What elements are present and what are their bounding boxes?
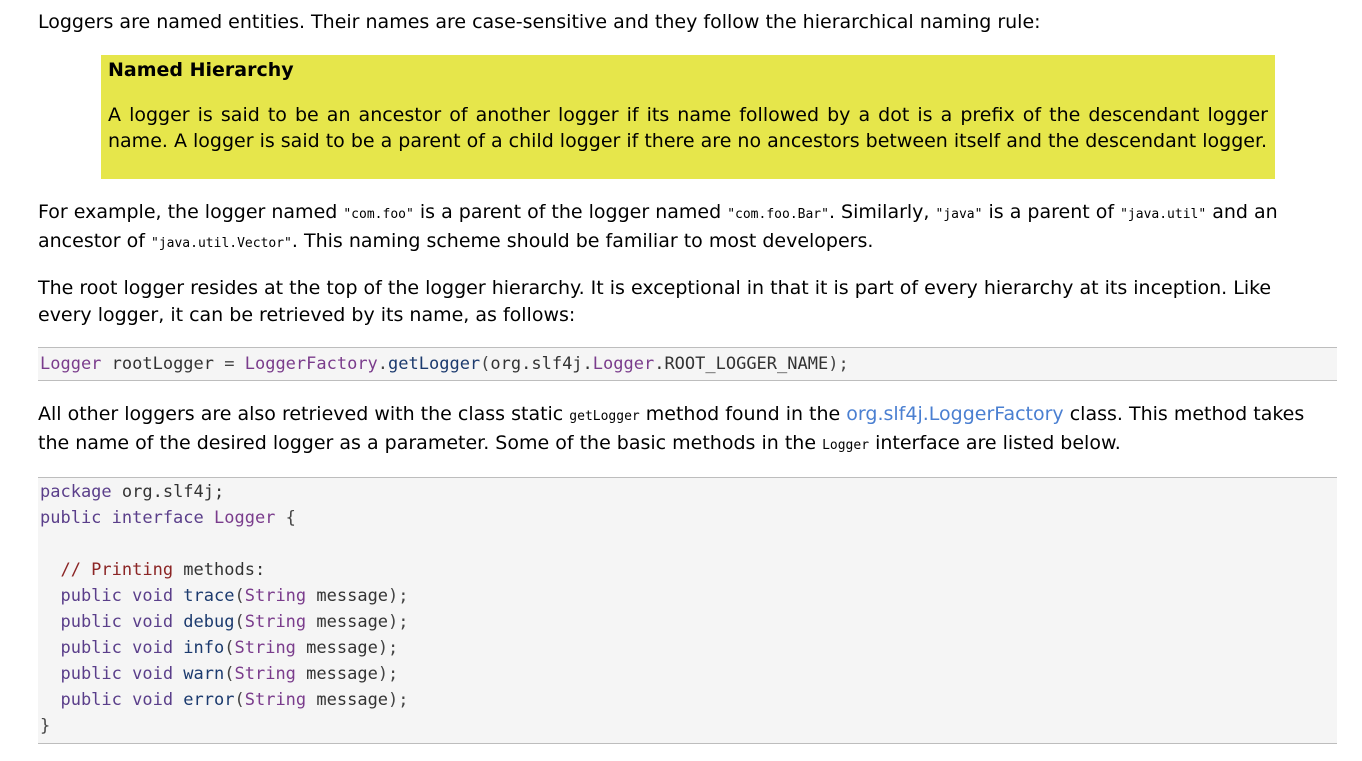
code-line: public interface Logger {	[38, 505, 1337, 531]
root-logger-paragraph: The root logger resides at the top of th…	[38, 277, 1272, 326]
code-token: {	[275, 508, 296, 528]
code-token: message	[295, 638, 378, 658]
code-line: public void warn(String message);	[38, 661, 1337, 687]
code-token: public void	[40, 586, 174, 606]
inline-code: "java"	[935, 207, 983, 222]
code-token: =	[224, 354, 235, 374]
example-paragraph: For example, the logger named "com.foo" …	[38, 199, 1328, 257]
paragraph-text: All other loggers are also retrieved wit…	[38, 403, 570, 425]
code-token: public void	[40, 664, 174, 684]
code-line: public void debug(String message);	[38, 609, 1337, 635]
example-text: is a parent of the logger named	[413, 201, 728, 223]
code-token: );	[828, 354, 849, 374]
code-token: message	[306, 612, 389, 632]
code-token: message	[306, 586, 389, 606]
code-token: public void	[40, 612, 174, 632]
code-comment: methods:	[183, 560, 266, 580]
example-text: is a parent of	[982, 201, 1121, 223]
logger-factory-link[interactable]: org.slf4j.LoggerFactory	[846, 403, 1063, 425]
code-token: debug	[173, 612, 235, 632]
code-token: public void	[40, 690, 174, 710]
code-token: (	[234, 690, 245, 710]
code-token: org.slf4j;	[111, 482, 225, 502]
logger-interface-code-block: package org.slf4j; public interface Logg…	[38, 477, 1337, 744]
code-token: (	[234, 586, 245, 606]
code-token: String	[234, 664, 296, 684]
paragraph-text: interface are listed below.	[869, 432, 1121, 454]
code-token: Logger	[592, 354, 655, 374]
code-token: (	[480, 354, 491, 374]
example-text: For example, the logger named	[38, 201, 344, 223]
code-token: .ROOT_LOGGER_NAME	[654, 354, 829, 374]
code-token: info	[173, 638, 225, 658]
callout-body: A logger is said to be an ancestor of an…	[108, 104, 1268, 152]
code-token: package	[40, 482, 112, 502]
code-token: warn	[173, 664, 225, 684]
code-token: public void	[40, 638, 174, 658]
code-token: public interface	[40, 508, 204, 528]
code-line: public void error(String message);	[38, 687, 1337, 713]
code-token: message	[295, 664, 378, 684]
example-text: . Similarly,	[828, 201, 936, 223]
code-line: public void info(String message);	[38, 635, 1337, 661]
code-token: );	[377, 664, 399, 684]
example-text: . This naming scheme should be familiar …	[291, 230, 874, 252]
code-token: rootLogger	[101, 354, 225, 374]
code-token: );	[388, 690, 409, 710]
inline-code: "com.foo.Bar"	[727, 207, 829, 222]
code-token: }	[40, 716, 51, 736]
inline-code: "java.util.Vector"	[151, 236, 292, 251]
callout-title: Named Hierarchy	[108, 59, 294, 81]
code-line-blank	[38, 531, 1337, 557]
code-line: // Printing methods:	[38, 557, 1337, 583]
code-token: org.slf4j.	[490, 354, 593, 374]
code-token: String	[234, 638, 296, 658]
code-token: LoggerFactory	[234, 354, 378, 374]
intro-paragraph: Loggers are named entities. Their names …	[38, 11, 1041, 33]
code-token: String	[244, 690, 307, 710]
code-line: public void trace(String message);	[38, 583, 1337, 609]
code-token: (	[224, 638, 235, 658]
code-token: trace	[173, 586, 235, 606]
code-line: package org.slf4j;	[38, 479, 1337, 505]
inline-code: "java.util"	[1120, 207, 1207, 222]
paragraph-text: method found in the	[639, 403, 847, 425]
code-token: (	[224, 664, 235, 684]
code-token: message	[306, 690, 389, 710]
code-comment: // Printing	[40, 560, 184, 580]
code-token: error	[173, 690, 235, 710]
code-token: (	[234, 612, 245, 632]
code-token: Logger	[40, 354, 102, 374]
code-token: );	[388, 612, 409, 632]
code-line: }	[38, 713, 1337, 739]
code-token: Logger	[203, 508, 276, 528]
code-token: getLogger	[388, 354, 481, 374]
code-token: .	[377, 354, 389, 374]
inline-code: getLogger	[569, 409, 640, 424]
code-token: );	[388, 586, 409, 606]
inline-code: Logger	[822, 438, 870, 453]
code-token: );	[377, 638, 399, 658]
named-hierarchy-callout: Named Hierarchy A logger is said to be a…	[101, 55, 1275, 179]
code-token: String	[244, 586, 307, 606]
inline-code: "com.foo"	[343, 207, 414, 222]
code-token: String	[244, 612, 307, 632]
other-loggers-paragraph: All other loggers are also retrieved wit…	[38, 401, 1328, 459]
root-logger-code-line: Logger rootLogger = LoggerFactory.getLog…	[38, 351, 1337, 377]
root-logger-code-block: Logger rootLogger = LoggerFactory.getLog…	[38, 347, 1337, 381]
